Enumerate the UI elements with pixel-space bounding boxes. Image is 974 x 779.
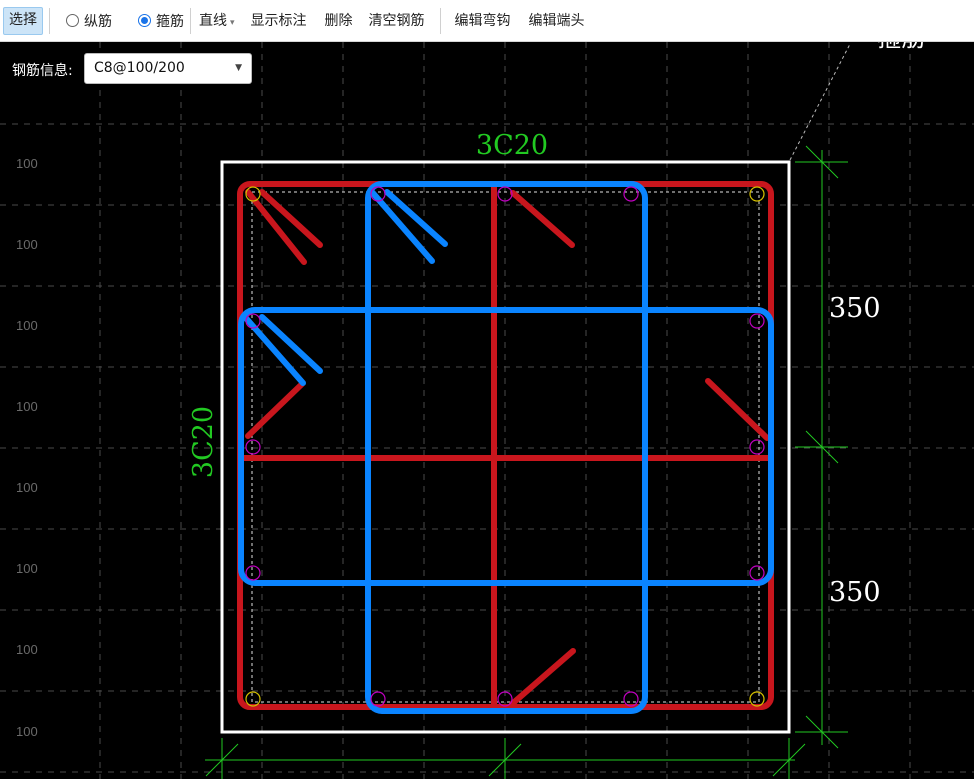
delete-button[interactable]: 删除 xyxy=(320,8,358,34)
stirrup-radio-label: 箍筋 xyxy=(156,13,184,30)
longitudinal-radio-label: 纵筋 xyxy=(84,13,112,30)
line-mode-dropdown[interactable]: 直线 ▾ xyxy=(197,8,240,34)
radio-checked-icon xyxy=(138,14,151,27)
toolbar-separator xyxy=(190,7,191,34)
corner-bar-marker[interactable] xyxy=(245,691,261,707)
leader-line xyxy=(789,43,851,161)
longitudinal-bars xyxy=(245,186,765,707)
chevron-down-icon: ▾ xyxy=(230,17,235,28)
toolbar-separator xyxy=(439,7,441,34)
stirrup-hook xyxy=(510,190,575,248)
show-dims-button[interactable]: 显示标注 xyxy=(246,8,312,34)
grid-label: 100 xyxy=(16,561,38,576)
longitudinal-radio[interactable]: 纵筋 xyxy=(66,11,112,31)
select-button[interactable]: 选择 xyxy=(3,6,43,35)
dimension-lines xyxy=(205,145,848,779)
grid-label: 100 xyxy=(16,237,38,252)
stirrup-radio[interactable]: 箍筋 xyxy=(138,11,184,31)
grid-label: 100 xyxy=(16,318,38,333)
chevron-down-icon: ▼ xyxy=(235,63,242,73)
bar-marker[interactable] xyxy=(749,439,765,455)
rebar-info-value: C8@100/200 xyxy=(94,60,185,76)
bar-marker[interactable] xyxy=(245,439,261,455)
edit-hook-button[interactable]: 编辑弯钩 xyxy=(450,8,516,34)
cover-line xyxy=(251,191,760,703)
bar-marker[interactable] xyxy=(623,186,639,202)
corner-bar-marker[interactable] xyxy=(749,186,765,202)
grid-label: 100 xyxy=(16,399,38,414)
grid-label: 100 xyxy=(16,480,38,495)
left-rebar-label[interactable]: 3C20 xyxy=(188,406,219,478)
corner-label: 箍筋 xyxy=(877,42,925,52)
dimension-label-lower: 350 xyxy=(829,577,881,608)
bar-marker[interactable] xyxy=(623,691,639,707)
radio-unchecked-icon xyxy=(66,14,79,27)
bar-marker[interactable] xyxy=(749,313,765,329)
grid-label: 100 xyxy=(16,724,38,739)
stirrup-hook xyxy=(245,381,305,439)
stirrup-hook xyxy=(509,648,576,707)
bar-marker[interactable] xyxy=(245,565,261,581)
drawing-canvas[interactable]: 100 100 100 100 100 100 100 100 箍筋 xyxy=(0,42,974,779)
bar-marker[interactable] xyxy=(749,565,765,581)
corner-bar-marker[interactable] xyxy=(749,691,765,707)
grid-label: 100 xyxy=(16,642,38,657)
clear-rebar-button[interactable]: 清空钢筋 xyxy=(364,8,430,34)
toolbar-separator xyxy=(49,7,50,34)
dimension-label-upper: 350 xyxy=(829,293,881,324)
toolbar: 选择 纵筋 箍筋 直线 ▾ 显示标注 删除 清空钢筋 编辑弯钩 编辑端头 xyxy=(0,0,974,42)
stirrup-hook xyxy=(705,378,770,441)
top-rebar-label[interactable]: 3C20 xyxy=(476,130,548,161)
rebar-info-select[interactable]: C8@100/200 ▼ xyxy=(84,53,252,84)
inner-stirrup-horizontal[interactable] xyxy=(238,307,774,586)
edit-end-button[interactable]: 编辑端头 xyxy=(524,8,590,34)
bar-marker[interactable] xyxy=(370,691,386,707)
line-mode-label: 直线 xyxy=(199,12,227,29)
rebar-info-label: 钢筋信息: xyxy=(12,63,73,79)
grid-label: 100 xyxy=(16,156,38,171)
